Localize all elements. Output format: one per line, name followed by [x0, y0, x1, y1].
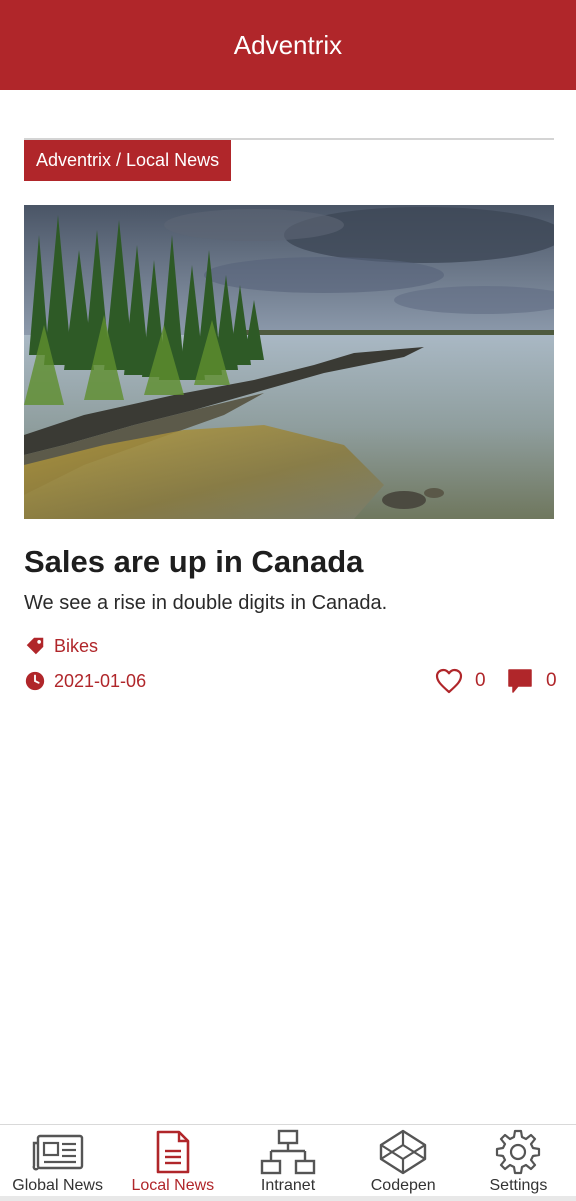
comment-icon: [508, 669, 532, 693]
sitemap-icon: [260, 1129, 316, 1175]
article-tag-label: Bikes: [54, 635, 99, 656]
heart-icon: [435, 668, 463, 694]
lake-landscape-image: [24, 205, 554, 519]
tab-label: Global News: [12, 1177, 103, 1194]
app-title: Adventrix: [233, 29, 343, 60]
like-button[interactable]: 0: [435, 666, 486, 696]
breadcrumb-bar: Adventrix / Local News: [24, 138, 554, 181]
article-date-label: 2021-01-06: [54, 670, 147, 691]
codepen-icon: [380, 1129, 427, 1175]
breadcrumb[interactable]: Adventrix / Local News: [24, 140, 232, 181]
clock-icon: [25, 671, 45, 691]
tab-settings[interactable]: Settings: [461, 1125, 576, 1201]
tab-codepen[interactable]: Codepen: [346, 1125, 461, 1201]
app-header: Adventrix: [0, 0, 576, 90]
comment-button[interactable]: 0: [506, 666, 557, 696]
article-date: 2021-01-06: [24, 668, 146, 694]
article-image[interactable]: [24, 205, 554, 519]
gear-icon: [496, 1129, 541, 1175]
tag-icon: [26, 637, 44, 655]
tab-label: Local News: [131, 1177, 215, 1194]
comment-count: 0: [546, 670, 557, 691]
tab-local-news[interactable]: Local News: [115, 1125, 230, 1201]
article-title[interactable]: Sales are up in Canada: [24, 544, 363, 580]
bottom-tab-bar: Global News Local News Intranet Codepen …: [0, 1124, 576, 1201]
tab-global-news[interactable]: Global News: [0, 1125, 115, 1201]
tab-label: Codepen: [370, 1177, 436, 1194]
newspaper-icon: [32, 1134, 83, 1171]
document-icon: [156, 1130, 190, 1174]
home-indicator-bar: [0, 1196, 576, 1201]
tab-label: Intranet: [260, 1177, 316, 1194]
like-count: 0: [475, 670, 486, 691]
article-summary: We see a rise in double digits in Canada…: [24, 592, 388, 614]
tab-intranet[interactable]: Intranet: [230, 1125, 345, 1201]
article-tag[interactable]: Bikes: [24, 633, 98, 659]
tab-label: Settings: [489, 1177, 548, 1194]
